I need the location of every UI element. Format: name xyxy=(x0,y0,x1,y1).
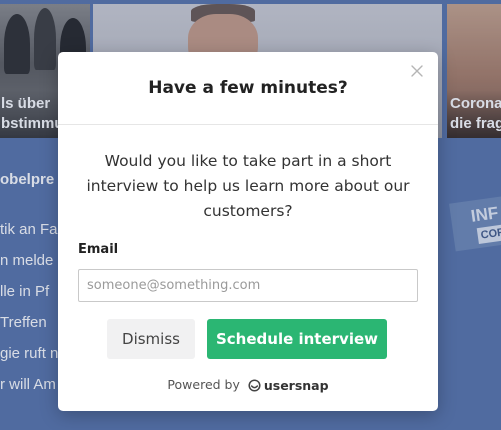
modal-title: Have a few minutes? xyxy=(148,78,348,98)
modal-description: Would you like to take part in a short i… xyxy=(86,152,410,220)
powered-by-text: Powered by xyxy=(167,377,240,392)
email-field[interactable] xyxy=(78,269,418,302)
schedule-interview-button[interactable]: Schedule interview xyxy=(207,319,387,359)
usersnap-brand-link[interactable]: usersnap xyxy=(248,378,329,393)
powered-by: Powered by usersnap xyxy=(58,377,438,393)
modal-header: Have a few minutes? xyxy=(58,52,438,125)
email-label: Email xyxy=(78,242,119,257)
usersnap-brand: usersnap xyxy=(263,378,329,393)
usersnap-logo-icon xyxy=(248,379,261,392)
interview-invite-modal: Have a few minutes? Would you like to ta… xyxy=(58,52,438,411)
close-icon[interactable] xyxy=(410,64,424,78)
dismiss-button[interactable]: Dismiss xyxy=(107,319,195,359)
